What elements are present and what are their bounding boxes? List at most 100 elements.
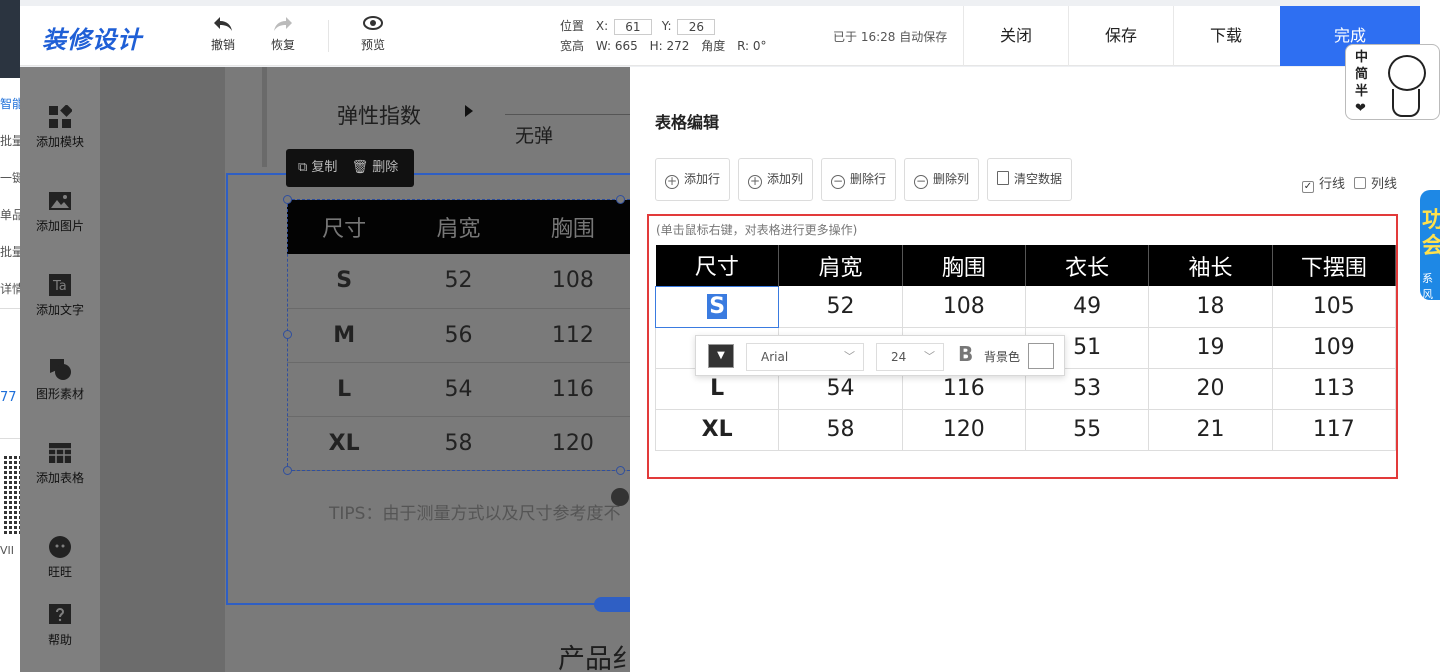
redo-icon [261,14,305,36]
resize-handle[interactable] [616,195,625,204]
promo-text: 功会 [1422,208,1440,259]
delete-row-button[interactable]: − 删除行 [821,158,897,201]
header-cell[interactable]: 下摆围 [1272,245,1397,286]
header-cell[interactable]: 袖长 [1148,245,1273,286]
outer-nav-item[interactable]: 批量 [0,243,20,260]
trash-icon: 🗑 [351,160,373,175]
table-row: S 52 108 49 18 105 [654,285,1397,328]
resize-handle[interactable] [283,195,292,204]
shape-material-button[interactable]: 图形素材 [20,357,100,402]
redo-button[interactable]: 恢复 [261,14,305,53]
add-image-button[interactable]: 添加图片 [20,189,100,234]
chevron-down-icon: ▼ [717,350,725,361]
table-cell[interactable]: 109 [1272,327,1397,369]
add-row-label: 添加行 [684,172,721,186]
delete-button[interactable]: 🗑 删除 [352,160,399,175]
chevron-down-icon: ﹀ [844,350,855,363]
resize-handle[interactable] [616,466,625,475]
header-cell[interactable]: 尺寸 [655,245,780,286]
table-cell[interactable]: 55 [1025,409,1150,451]
table-cell[interactable]: 19 [1148,327,1273,369]
table-cell: L [287,362,402,417]
font-family-select[interactable]: Arial ﹀ [746,343,864,371]
add-table-button[interactable]: 添加表格 [20,441,100,486]
save-button[interactable]: 保存 [1068,6,1173,66]
rotate-handle-icon[interactable] [611,488,629,506]
table-cell: 108 [515,254,630,309]
download-button[interactable]: 下载 [1173,6,1278,66]
product-heading: 产品纟 [558,644,639,672]
outer-nav-item[interactable]: 智能 [0,95,20,112]
selected-text: S [707,294,728,319]
delete-column-label: 删除列 [933,172,970,186]
shape-icon [48,357,72,381]
column-line-checkbox[interactable]: 列线 [1354,173,1397,192]
row-line-checkbox[interactable]: ✓ 行线 [1302,173,1345,193]
table-cell: XL [287,416,402,471]
app-logo: 装修设计 [42,26,142,54]
autosave-status: 已于 16:28 自动保存 [833,30,948,44]
bold-button[interactable]: B [958,342,973,366]
table-cell[interactable]: 49 [1025,286,1150,328]
sticker-widget[interactable]: 中简半❤ [1345,44,1440,120]
copy-button[interactable]: ⧉ 复制 [298,160,342,175]
add-image-label: 添加图片 [35,219,84,233]
add-row-button[interactable]: + 添加行 [655,158,731,201]
table-cell[interactable]: 58 [778,409,903,451]
table-cell: M [287,308,402,363]
column-line-label: 列线 [1371,177,1398,192]
help-button[interactable]: 帮助 [20,603,100,648]
add-column-button[interactable]: + 添加列 [738,158,814,201]
add-module-button[interactable]: 添加模块 [20,104,100,150]
table-cell[interactable]: 108 [902,286,1026,328]
canvas-size-table[interactable]: 尺寸 肩宽 胸围 S 52 108 M 56 112 L 54 116 XL 58 120 [287,200,630,471]
y-input[interactable]: 26 [677,18,716,35]
table-cell[interactable]: 20 [1148,368,1273,410]
header-cell[interactable]: 胸围 [902,245,1026,286]
undo-button[interactable]: 撤销 [201,14,245,53]
add-text-button[interactable]: Ta 添加文字 [20,273,100,318]
table-cell[interactable]: 105 [1272,286,1397,328]
table-cell: 116 [515,362,630,417]
outer-nav-item[interactable]: 单品 [0,206,20,223]
divider [0,308,20,309]
table-cell[interactable]: 21 [1148,409,1273,451]
table-cell[interactable]: 120 [902,409,1026,451]
wangwang-button[interactable]: 旺旺 [20,535,100,580]
outer-nav-item[interactable]: 批量 [0,132,20,149]
text-color-picker[interactable]: ▼ [708,344,734,368]
table-cell: 52 [401,254,516,309]
header-cell[interactable]: 肩宽 [778,245,903,286]
promo-banner[interactable]: 功会 系风 [1420,190,1440,300]
element-actions: ⧉ 复制 🗑 删除 [286,149,414,187]
table-row: L 54 116 [287,362,630,417]
header-cell[interactable]: 衣长 [1025,245,1150,286]
clear-data-button[interactable]: 清空数据 [987,158,1073,201]
table-cell[interactable]: 52 [778,286,903,328]
preview-button[interactable]: 预览 [351,14,395,53]
outer-nav-item[interactable]: 一键 [0,169,20,186]
right-click-hint: (单击鼠标右键，对表格进行更多操作) [656,223,858,237]
table-cell[interactable]: 117 [1272,409,1397,451]
background-color-picker[interactable] [1028,343,1054,369]
width-value: W: 665 [595,39,638,53]
image-icon [48,189,72,213]
outer-nav-item[interactable]: 详情 [0,280,20,297]
table-cell[interactable]: 18 [1148,286,1273,328]
table-cell[interactable]: 113 [1272,368,1397,410]
close-button[interactable]: 关闭 [963,6,1068,66]
resize-handle[interactable] [283,330,292,339]
resize-handle[interactable] [283,466,292,475]
clear-data-label: 清空数据 [1014,172,1063,186]
svg-text:Ta: Ta [52,279,67,294]
active-cell[interactable]: S [654,285,780,328]
height-value: H: 272 [649,39,690,53]
drag-handle[interactable] [594,597,630,612]
row-line-label: 行线 [1319,177,1346,192]
font-size-select[interactable]: 24 ﹀ [876,343,944,371]
delete-column-button[interactable]: − 删除列 [904,158,980,201]
table-cell[interactable]: XL [654,409,780,451]
toolbar-divider [328,20,329,52]
font-family-value: Arial [761,350,789,364]
x-input[interactable]: 61 [613,18,652,35]
